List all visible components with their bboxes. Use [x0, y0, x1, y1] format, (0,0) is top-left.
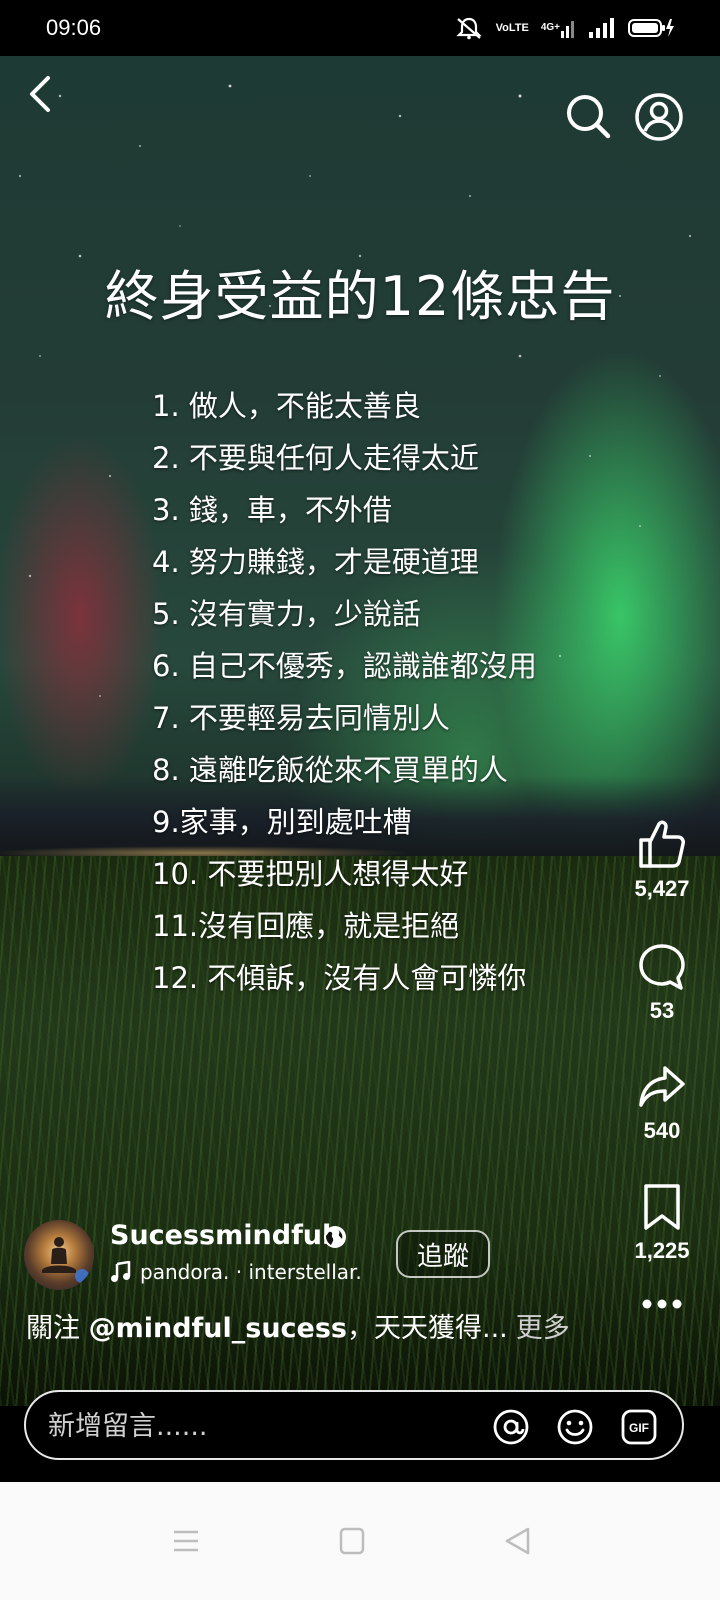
globe-icon — [324, 1226, 346, 1248]
caption-text: ，天天獲得... — [347, 1313, 508, 1344]
advice-item: 11.沒有回應，就是拒絕 — [152, 909, 460, 943]
network-type-label: 4G+ — [540, 22, 560, 33]
menu-icon[interactable] — [166, 1524, 206, 1558]
follow-button[interactable]: 追蹤 — [396, 1230, 490, 1278]
at-sign-icon[interactable] — [492, 1408, 530, 1446]
comment-bar: GIF — [24, 1390, 684, 1460]
search-button[interactable] — [564, 92, 612, 140]
save-count: 1,225 — [634, 1238, 690, 1263]
advice-item: 9.家事，別到處吐槽 — [152, 805, 412, 839]
save-button[interactable]: 1,225 — [612, 1182, 712, 1264]
music-label: pandora. · interstellar. — [140, 1260, 362, 1284]
volte-indicator: VoLTE — [495, 22, 529, 34]
advice-item: 4. 努力賺錢，才是硬道理 — [152, 545, 479, 579]
more-options-button[interactable] — [612, 1294, 712, 1314]
home-icon[interactable] — [332, 1524, 372, 1558]
share-arrow-icon — [639, 1066, 685, 1107]
profile-button[interactable] — [634, 92, 684, 142]
like-button[interactable]: 5,427 — [612, 818, 712, 902]
advice-item: 12. 不傾訴，沒有人會可憐你 — [152, 961, 527, 995]
gif-icon[interactable]: GIF — [620, 1408, 658, 1446]
caption-mention[interactable]: @mindful_sucess — [89, 1313, 347, 1344]
svg-text:GIF: GIF — [629, 1421, 649, 1435]
profile-icon — [635, 93, 683, 141]
music-track[interactable]: pandora. · interstellar. — [110, 1260, 362, 1284]
chevron-left-icon — [30, 76, 50, 112]
caption-prefix: 關注 — [26, 1313, 89, 1344]
music-note-icon — [111, 1261, 131, 1282]
mute-icon — [454, 16, 484, 40]
meditation-avatar-image — [42, 1237, 89, 1283]
signal-bars-icon — [588, 16, 616, 40]
share-button[interactable]: 540 — [612, 1062, 712, 1144]
status-bar: 09:06 VoLTE 4G+ — [0, 0, 720, 56]
comment-input[interactable] — [48, 1404, 468, 1448]
advice-item: 5. 沒有實力，少說話 — [152, 597, 421, 631]
advice-item: 3. 錢，車，不外借 — [152, 493, 392, 527]
bookmark-icon — [644, 1184, 680, 1230]
back-button[interactable] — [22, 72, 62, 116]
share-count: 540 — [643, 1118, 681, 1143]
advice-item: 2. 不要與任何人走得太近 — [152, 441, 479, 475]
back-nav-icon[interactable] — [498, 1524, 538, 1558]
battery-icon — [628, 16, 676, 40]
advice-item: 8. 遠離吃飯從來不買單的人 — [152, 753, 508, 787]
comment-button[interactable]: 53 — [612, 942, 712, 1024]
advice-item: 10. 不要把別人想得太好 — [152, 857, 469, 891]
emoji-icon[interactable] — [556, 1408, 594, 1446]
search-icon — [567, 95, 611, 139]
advice-item: 7. 不要輕易去同情別人 — [152, 701, 450, 735]
post-title: 終身受益的12條忠告 — [104, 265, 616, 328]
author-name[interactable]: Sucessmindful — [110, 1220, 331, 1251]
thumbs-up-icon — [639, 820, 685, 868]
advice-item: 6. 自己不優秀，認識誰都沒用 — [152, 649, 537, 683]
comment-count: 53 — [649, 998, 675, 1023]
advice-list: 1. 做人，不能太善良 2. 不要與任何人走得太近 3. 錢，車，不外借 4. … — [152, 380, 537, 1004]
signal-4g-icon: 4G+ — [541, 16, 576, 40]
author-row: Sucessmindful pandora. · interstellar. 追… — [24, 1220, 604, 1292]
caption[interactable]: 關注 @mindful_sucess，天天獲得... 更多 — [26, 1306, 570, 1345]
advice-item: 1. 做人，不能太善良 — [152, 389, 421, 423]
more-dots-icon — [642, 1299, 682, 1309]
avatar[interactable] — [24, 1220, 94, 1290]
system-nav-bar — [0, 1482, 720, 1600]
status-icons: VoLTE 4G+ — [454, 16, 676, 40]
comment-bubble-icon — [639, 944, 685, 990]
caption-more-link[interactable]: 更多 — [516, 1313, 570, 1344]
like-count: 5,427 — [634, 876, 690, 901]
status-time: 09:06 — [46, 15, 102, 40]
